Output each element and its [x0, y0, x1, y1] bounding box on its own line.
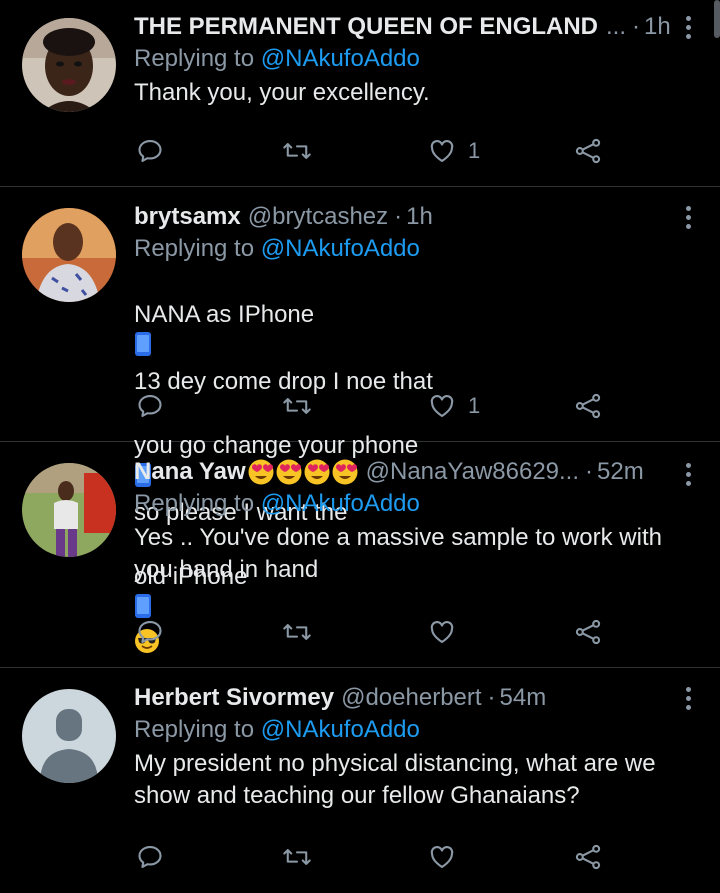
heart-icon [430, 846, 454, 868]
replying-to-label: Replying to [134, 490, 255, 517]
replying-to-label: Replying to [134, 716, 255, 743]
woman-portrait-avatar [22, 18, 116, 112]
like-button[interactable]: 1 [428, 131, 480, 171]
like-count: 1 [468, 138, 481, 163]
reply-button[interactable] [136, 837, 164, 877]
replying-to-line: Replying to @NAkufoAddo [134, 233, 676, 265]
user-handle[interactable]: @brytcashez [248, 202, 388, 232]
heart-eyes-emoji-icon [247, 458, 359, 486]
timestamp[interactable]: 1h [644, 12, 671, 42]
man-portrait-avatar [22, 208, 116, 302]
separator-dot: · [394, 203, 403, 230]
tweet-text: My president no physical distancing, wha… [134, 750, 656, 809]
more-options-icon[interactable] [686, 463, 692, 489]
tweet-reply[interactable]: brytsamx @brytcashez · 1h Replying to @N… [0, 186, 720, 653]
replying-to-label: Replying to [134, 235, 255, 262]
retweet-icon [283, 849, 311, 865]
display-name[interactable]: THE PERMANENT QUEEN OF ENGLAND [134, 12, 598, 42]
retweet-icon [283, 624, 311, 640]
reply-icon [138, 621, 162, 643]
separator-dot: · [487, 684, 496, 711]
avatar[interactable] [22, 208, 116, 302]
separator-dot: · [632, 13, 641, 40]
tweet-header: Nana Yaw @NanaYaw86629... · 52m [134, 457, 676, 487]
share-button[interactable] [574, 386, 602, 426]
action-bar: 1 [0, 131, 720, 171]
avatar[interactable] [22, 689, 116, 783]
share-button[interactable] [574, 612, 602, 652]
replying-to-label: Replying to [134, 45, 255, 72]
timestamp[interactable]: 1h [406, 202, 433, 232]
avatar[interactable] [22, 18, 116, 112]
share-icon [575, 844, 601, 870]
user-handle[interactable]: @doeherbert [341, 683, 481, 713]
heart-icon [430, 140, 454, 162]
mention-link[interactable]: @NAkufoAddo [261, 716, 420, 743]
heart-icon [430, 395, 454, 417]
retweet-button[interactable] [282, 837, 312, 877]
tweet-text: Yes .. You've done a massive sample to w… [134, 524, 662, 583]
share-icon [575, 619, 601, 645]
display-name[interactable]: brytsamx [134, 202, 241, 232]
tweet-text: Thank you, your excellency. [134, 79, 430, 106]
tweet-header: THE PERMANENT QUEEN OF ENGLAND ... · 1h [134, 12, 676, 42]
like-count: 1 [468, 393, 481, 418]
heart-icon [430, 621, 454, 643]
name-truncation: ... [606, 13, 627, 40]
reply-button[interactable] [136, 612, 164, 652]
action-bar [0, 837, 720, 877]
tweet-reply[interactable]: Nana Yaw @NanaYaw86629... · 52m Replying… [0, 441, 720, 668]
like-button[interactable] [428, 612, 456, 652]
mention-link[interactable]: @NAkufoAddo [261, 490, 420, 517]
retweet-button[interactable] [282, 131, 312, 171]
share-icon [575, 393, 601, 419]
retweet-button[interactable] [282, 386, 312, 426]
display-name[interactable]: Herbert Sivormey [134, 683, 334, 713]
default-person-avatar [22, 689, 116, 783]
tweet-header: Herbert Sivormey @doeherbert · 54m [134, 683, 676, 713]
like-button[interactable]: 1 [428, 386, 480, 426]
timestamp[interactable]: 54m [500, 683, 547, 713]
replying-to-line: Replying to @NAkufoAddo [134, 488, 676, 520]
reply-button[interactable] [136, 131, 164, 171]
user-handle[interactable]: @NanaYaw86629... [366, 457, 579, 487]
share-button[interactable] [574, 837, 602, 877]
replying-to-line: Replying to @NAkufoAddo [134, 43, 676, 75]
reply-icon [138, 395, 162, 417]
more-options-icon[interactable] [686, 206, 692, 232]
reply-button[interactable] [136, 386, 164, 426]
mobile-phone-icon [134, 331, 152, 366]
more-options-icon[interactable] [686, 16, 692, 42]
like-button[interactable] [428, 837, 456, 877]
share-icon [575, 138, 601, 164]
more-options-icon[interactable] [686, 687, 692, 713]
tweet-reply[interactable]: Herbert Sivormey @doeherbert · 54m Reply… [0, 667, 720, 893]
mention-link[interactable]: @NAkufoAddo [261, 235, 420, 262]
scrollbar[interactable] [714, 0, 720, 38]
avatar[interactable] [22, 463, 116, 557]
tweet-reply[interactable]: THE PERMANENT QUEEN OF ENGLAND ... · 1h … [0, 0, 720, 187]
action-bar [0, 612, 720, 652]
mention-link[interactable]: @NAkufoAddo [261, 45, 420, 72]
retweet-icon [283, 398, 311, 414]
tweet-header: brytsamx @brytcashez · 1h [134, 202, 676, 232]
replying-to-line: Replying to @NAkufoAddo [134, 714, 676, 746]
text-segment: NANA as IPhone [134, 301, 315, 328]
timestamp[interactable]: 52m [597, 457, 644, 487]
share-button[interactable] [574, 131, 602, 171]
retweet-button[interactable] [282, 612, 312, 652]
display-name[interactable]: Nana Yaw [134, 457, 246, 487]
reply-icon [138, 846, 162, 868]
action-bar: 1 [0, 386, 720, 426]
separator-dot: · [585, 458, 594, 485]
reply-icon [138, 140, 162, 162]
man-standing-avatar [22, 463, 116, 557]
retweet-icon [283, 143, 311, 159]
